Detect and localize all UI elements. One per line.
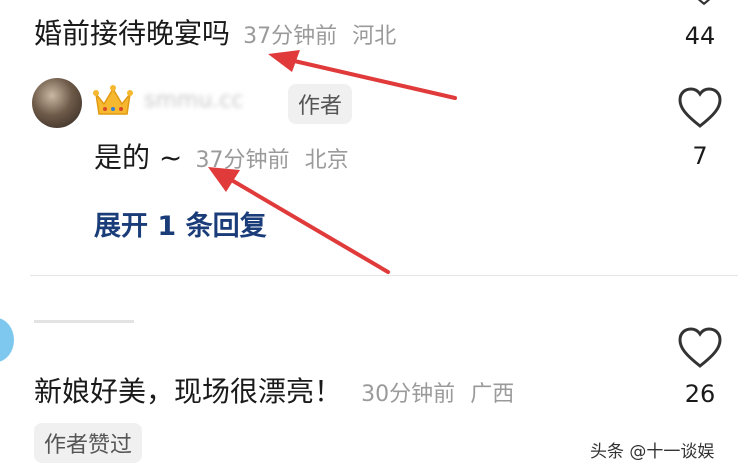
annotation-arrows xyxy=(208,50,457,274)
watermark: 头条 @十一谈娱 xyxy=(590,442,715,462)
